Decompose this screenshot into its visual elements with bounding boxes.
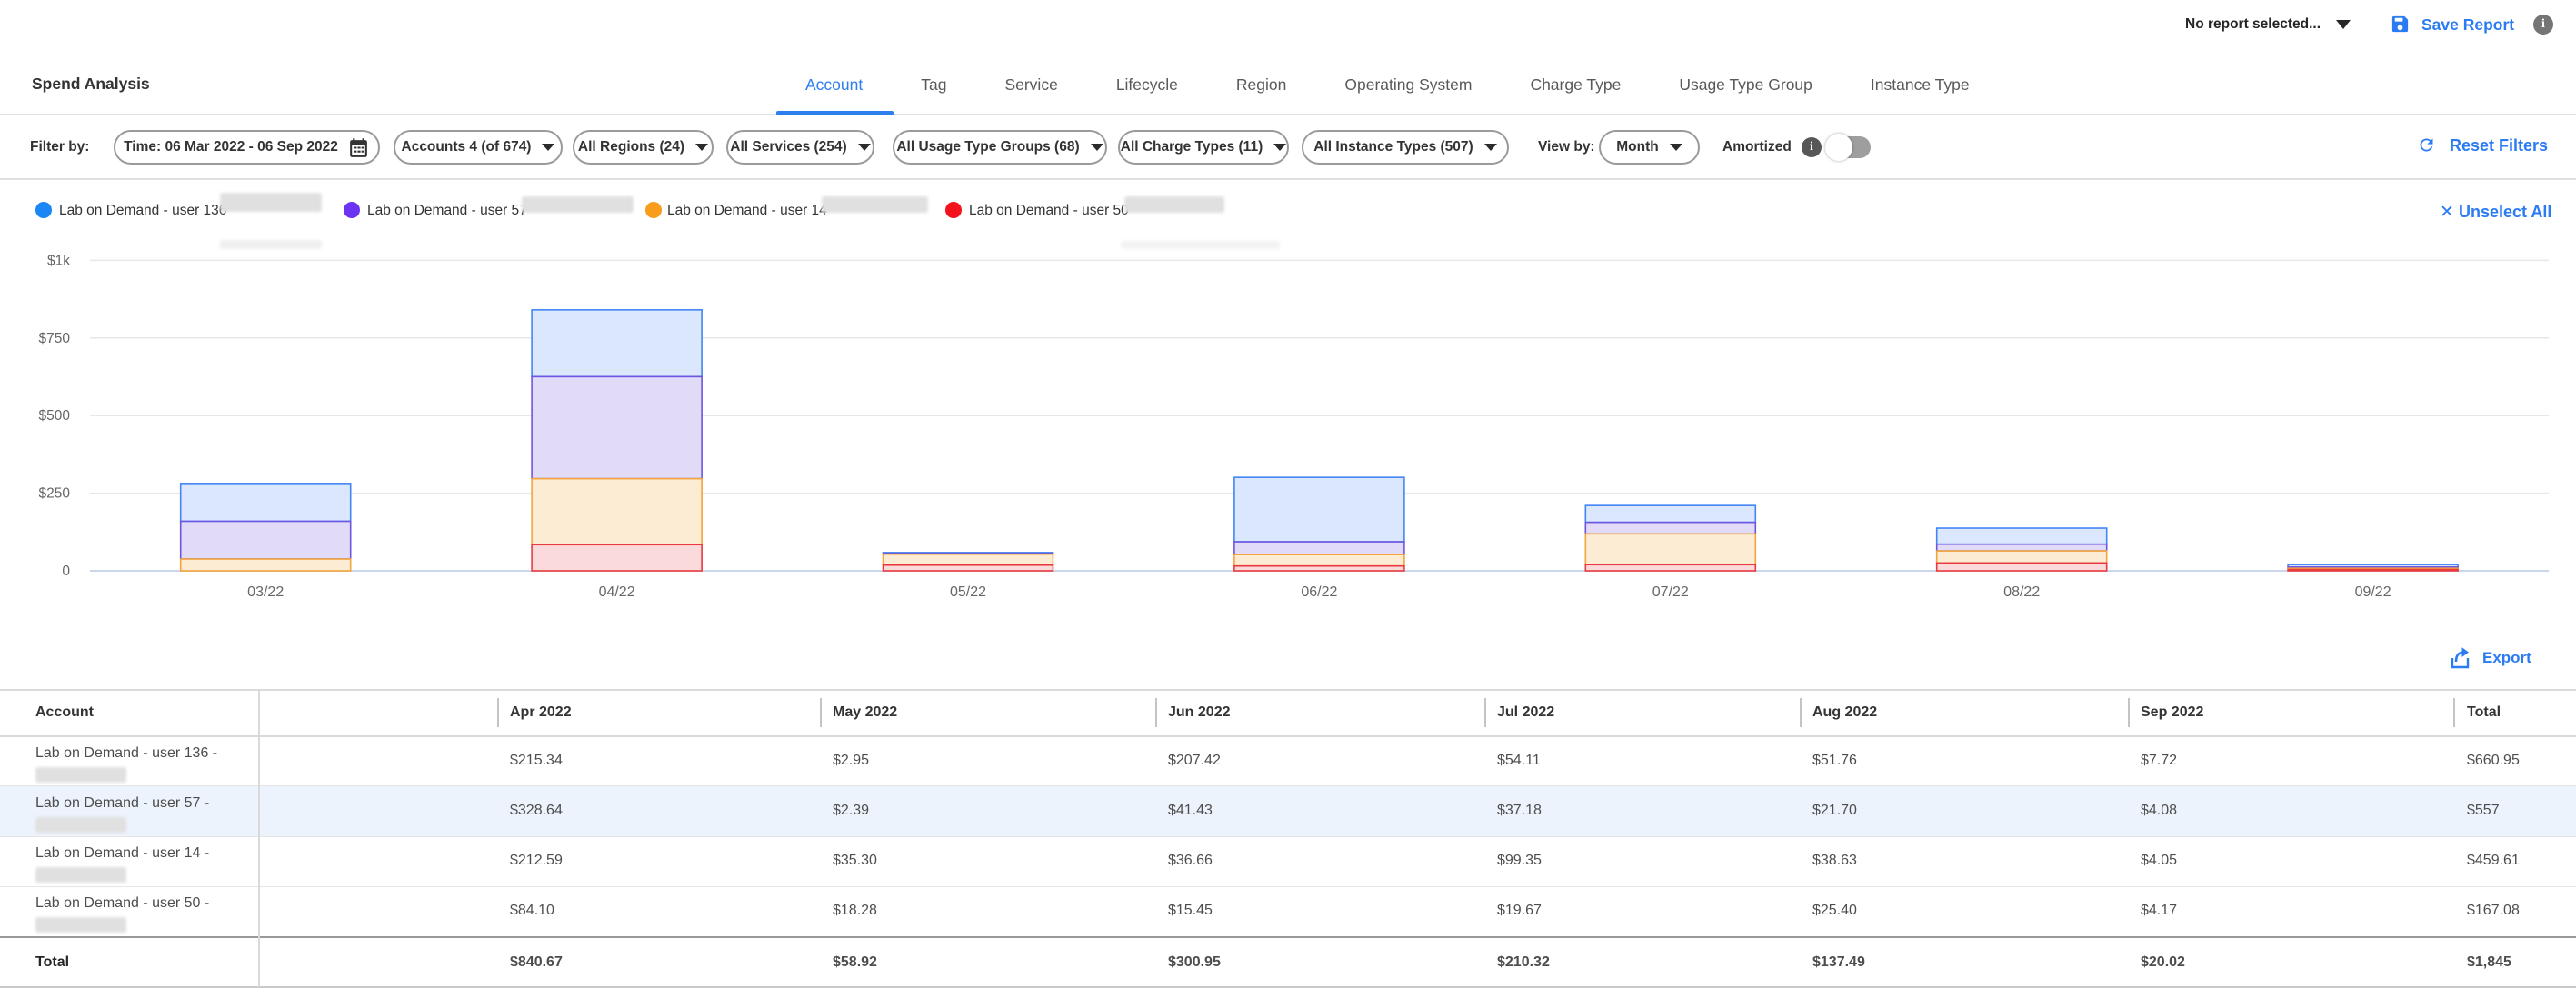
svg-text:09/22: 09/22 bbox=[2355, 584, 2391, 600]
svg-text:$250: $250 bbox=[39, 486, 71, 502]
svg-text:$1k: $1k bbox=[47, 253, 70, 268]
svg-text:$750: $750 bbox=[39, 331, 71, 346]
svg-text:04/22: 04/22 bbox=[599, 584, 635, 600]
svg-text:07/22: 07/22 bbox=[1652, 584, 1689, 600]
svg-text:06/22: 06/22 bbox=[1301, 584, 1337, 600]
svg-text:08/22: 08/22 bbox=[2003, 584, 2040, 600]
svg-text:03/22: 03/22 bbox=[247, 584, 284, 600]
svg-text:$500: $500 bbox=[39, 408, 71, 424]
svg-text:05/22: 05/22 bbox=[950, 584, 986, 600]
svg-text:0: 0 bbox=[62, 564, 70, 579]
